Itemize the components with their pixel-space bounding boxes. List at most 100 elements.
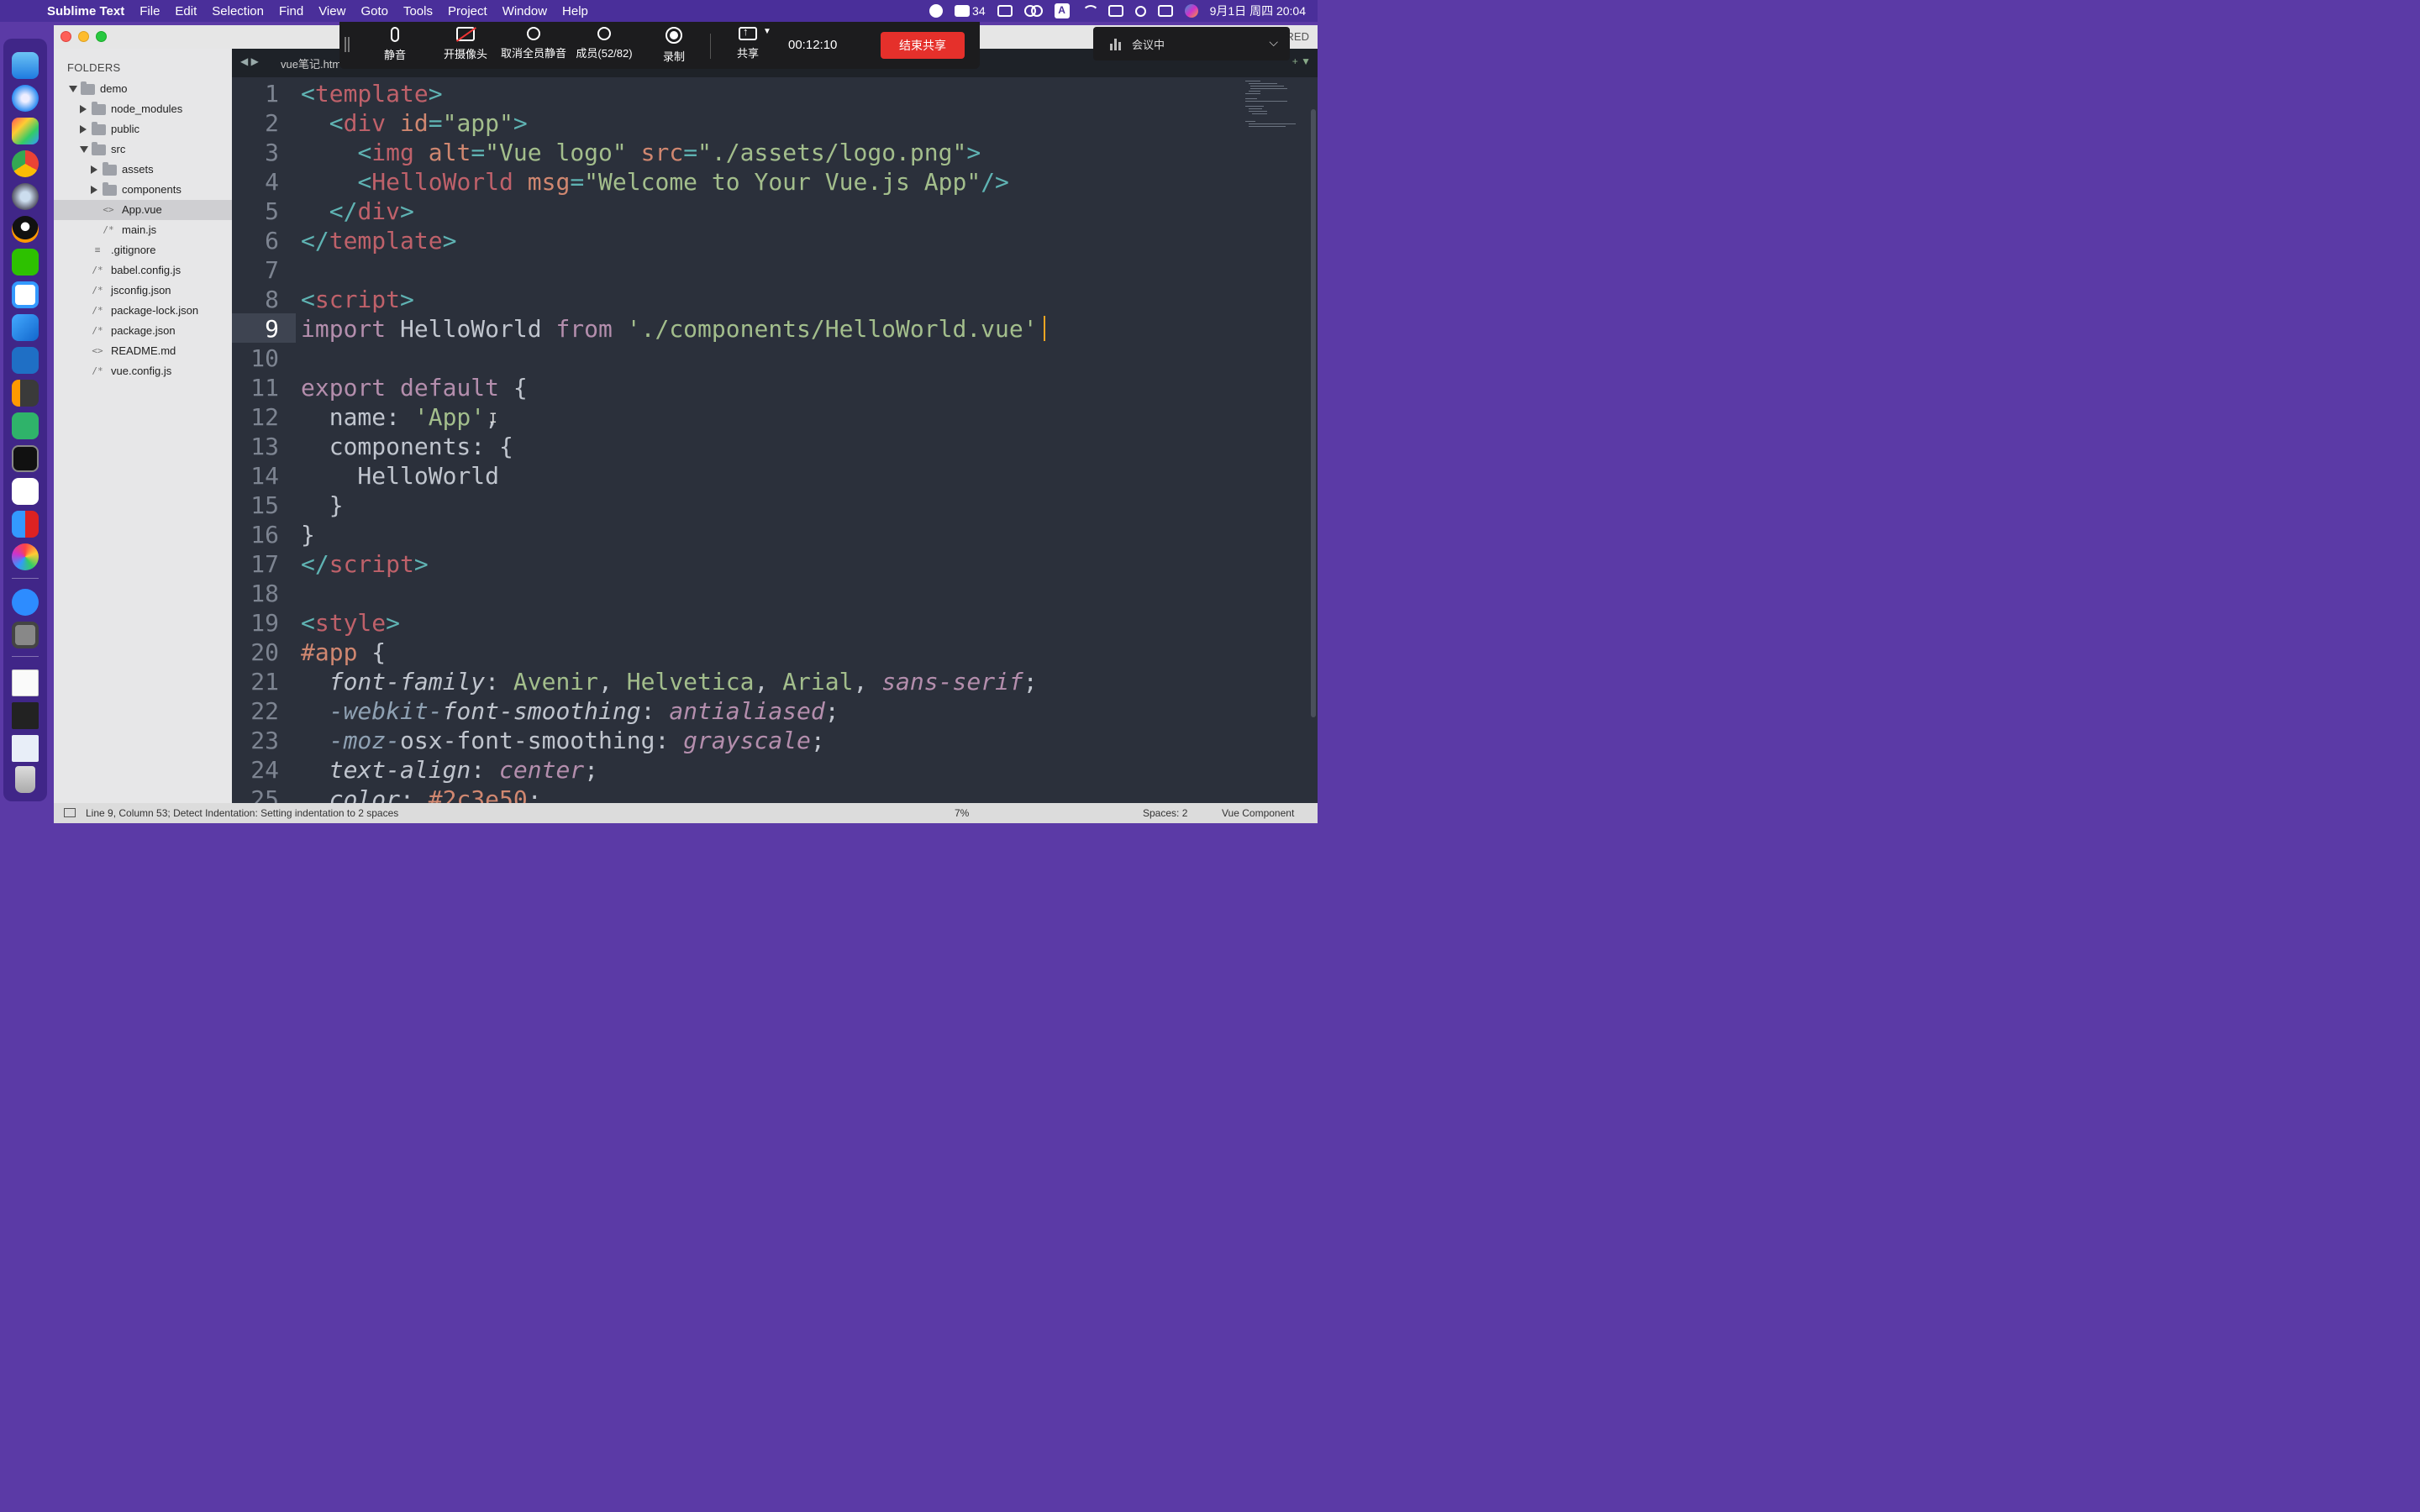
- code-line[interactable]: -webkit-font-smoothing: antialiased;: [301, 696, 839, 726]
- tree-file[interactable]: /* package-lock.json: [54, 301, 232, 321]
- tree-file[interactable]: /* jsconfig.json: [54, 281, 232, 301]
- finder-icon[interactable]: [12, 52, 39, 79]
- code-line[interactable]: }: [301, 520, 315, 549]
- close-window-button[interactable]: [60, 31, 71, 42]
- tree-file[interactable]: /* package.json: [54, 321, 232, 341]
- tree-file[interactable]: /* babel.config.js: [54, 260, 232, 281]
- code-line[interactable]: </template>: [301, 226, 456, 255]
- meeting-status-pill[interactable]: 会议中 ⌵: [1093, 27, 1290, 60]
- code-line[interactable]: components: {: [301, 432, 513, 461]
- menu-find[interactable]: Find: [279, 4, 303, 18]
- launchpad-icon[interactable]: [12, 118, 39, 144]
- tab-vue-notes[interactable]: vue笔记.html: [281, 55, 339, 71]
- menu-file[interactable]: File: [139, 4, 160, 18]
- qq-icon[interactable]: [12, 216, 39, 243]
- calculator-icon[interactable]: [12, 622, 39, 648]
- wifi-icon[interactable]: [1081, 5, 1099, 17]
- tree-folder[interactable]: components: [54, 180, 232, 200]
- code-line[interactable]: import HelloWorld from './components/Hel…: [301, 314, 1038, 344]
- tree-file[interactable]: ≡ .gitignore: [54, 240, 232, 260]
- control-center-icon[interactable]: [1157, 5, 1173, 17]
- disclosure-closed-icon[interactable]: [91, 165, 97, 174]
- menu-clock[interactable]: 9月1日 周四 20:04: [1210, 3, 1306, 19]
- code-line[interactable]: text-align: center;: [301, 755, 598, 785]
- record-button[interactable]: 录制: [657, 25, 691, 67]
- code-line[interactable]: HelloWorld: [301, 461, 499, 491]
- code-line[interactable]: name: 'App',: [301, 402, 499, 432]
- tray-cursor-counter[interactable]: 34: [955, 4, 986, 18]
- tree-folder[interactable]: node_modules: [54, 99, 232, 119]
- menu-goto[interactable]: Goto: [360, 4, 388, 18]
- disclosure-open-icon[interactable]: [69, 86, 77, 92]
- terminal-icon[interactable]: [12, 445, 39, 472]
- code-line[interactable]: font-family: Avenir, Helvetica, Arial, s…: [301, 667, 1038, 696]
- code-line[interactable]: -moz-osx-font-smoothing: grayscale;: [301, 726, 825, 755]
- code-line[interactable]: </script>: [301, 549, 429, 579]
- spotlight-search-icon[interactable]: [1134, 5, 1146, 17]
- code-line[interactable]: <div id="app">: [301, 108, 528, 138]
- wechat-icon[interactable]: [12, 249, 39, 276]
- drag-handle-icon[interactable]: [345, 37, 350, 52]
- share-button[interactable]: 共享: [729, 25, 766, 67]
- input-method-icon[interactable]: A: [1054, 3, 1070, 18]
- sidebar-toggle-icon[interactable]: [997, 5, 1013, 17]
- disclosure-closed-icon[interactable]: [91, 186, 97, 194]
- tree-folder[interactable]: src: [54, 139, 232, 160]
- tree-folder[interactable]: demo: [54, 79, 232, 99]
- code-line[interactable]: <style>: [301, 608, 400, 638]
- vertical-scrollbar[interactable]: [1311, 109, 1316, 717]
- tree-file[interactable]: <> App.vue: [54, 200, 232, 220]
- chevron-down-icon[interactable]: ⌵: [1269, 35, 1278, 50]
- disclosure-closed-icon[interactable]: [80, 105, 87, 113]
- remote-desktop-icon[interactable]: [12, 511, 39, 538]
- tencent-meeting-icon[interactable]: [12, 589, 39, 616]
- code-area[interactable]: <template> <div id="app"> <img alt="Vue …: [301, 77, 1267, 803]
- camera-button[interactable]: 开摄像头: [439, 25, 492, 67]
- share-options-chevron-icon[interactable]: ▼: [763, 27, 771, 36]
- collaboration-icon[interactable]: [1023, 4, 1043, 18]
- screen-record-icon[interactable]: [929, 4, 944, 18]
- minimize-window-button[interactable]: [78, 31, 89, 42]
- sublime-text-icon[interactable]: [12, 380, 39, 407]
- tree-file[interactable]: /* vue.config.js: [54, 361, 232, 381]
- vscode-icon[interactable]: [12, 347, 39, 374]
- code-line[interactable]: <img alt="Vue logo" src="./assets/logo.p…: [301, 138, 981, 167]
- tree-file[interactable]: <> README.md: [54, 341, 232, 361]
- trash-icon[interactable]: [15, 766, 35, 793]
- unmute-all-button[interactable]: 取消全员静音: [499, 25, 568, 67]
- menu-project[interactable]: Project: [448, 4, 487, 18]
- disclosure-closed-icon[interactable]: [80, 125, 87, 134]
- menu-help[interactable]: Help: [562, 4, 588, 18]
- tab-nav-arrows[interactable]: ◀ ▶: [240, 55, 259, 67]
- recent-window-thumbnail-icon[interactable]: [12, 702, 39, 729]
- feishu-icon[interactable]: [12, 314, 39, 341]
- minimap[interactable]: [1245, 81, 1296, 131]
- menu-tools[interactable]: Tools: [403, 4, 433, 18]
- menu-view[interactable]: View: [318, 4, 345, 18]
- end-share-button[interactable]: 结束共享: [881, 32, 965, 59]
- recent-window-thumbnail-icon[interactable]: [12, 669, 39, 696]
- baidu-netdisk-icon[interactable]: [12, 281, 39, 308]
- menu-window[interactable]: Window: [502, 4, 547, 18]
- tab-overflow-controls[interactable]: + ▼: [1292, 55, 1311, 67]
- typora-icon[interactable]: [12, 478, 39, 505]
- menu-app-name[interactable]: Sublime Text: [47, 4, 124, 18]
- tree-folder[interactable]: assets: [54, 160, 232, 180]
- code-line[interactable]: #app {: [301, 638, 386, 667]
- menu-selection[interactable]: Selection: [212, 4, 264, 18]
- recent-window-thumbnail-icon[interactable]: [12, 735, 39, 762]
- siri-icon[interactable]: [1184, 4, 1198, 18]
- safari-icon[interactable]: [12, 85, 39, 112]
- battery-icon[interactable]: [1107, 5, 1123, 17]
- code-line[interactable]: <script>: [301, 285, 414, 314]
- code-editor[interactable]: 1 2 3 4 5 6 7 8 9 10 11 12 13 14 15 16 17 18 19 20 21 22 23 24 2…: [232, 77, 1318, 803]
- code-line[interactable]: <template>: [301, 79, 443, 108]
- mute-button[interactable]: 静音: [376, 25, 413, 67]
- color-picker-icon[interactable]: [12, 543, 39, 570]
- sidebar-toggle-icon[interactable]: [64, 808, 76, 817]
- code-line[interactable]: export default {: [301, 373, 528, 402]
- tree-file[interactable]: /* main.js: [54, 220, 232, 240]
- members-button[interactable]: 成员(52/82): [571, 25, 637, 67]
- code-line[interactable]: }: [301, 491, 344, 520]
- code-line[interactable]: <HelloWorld msg="Welcome to Your Vue.js …: [301, 167, 1008, 197]
